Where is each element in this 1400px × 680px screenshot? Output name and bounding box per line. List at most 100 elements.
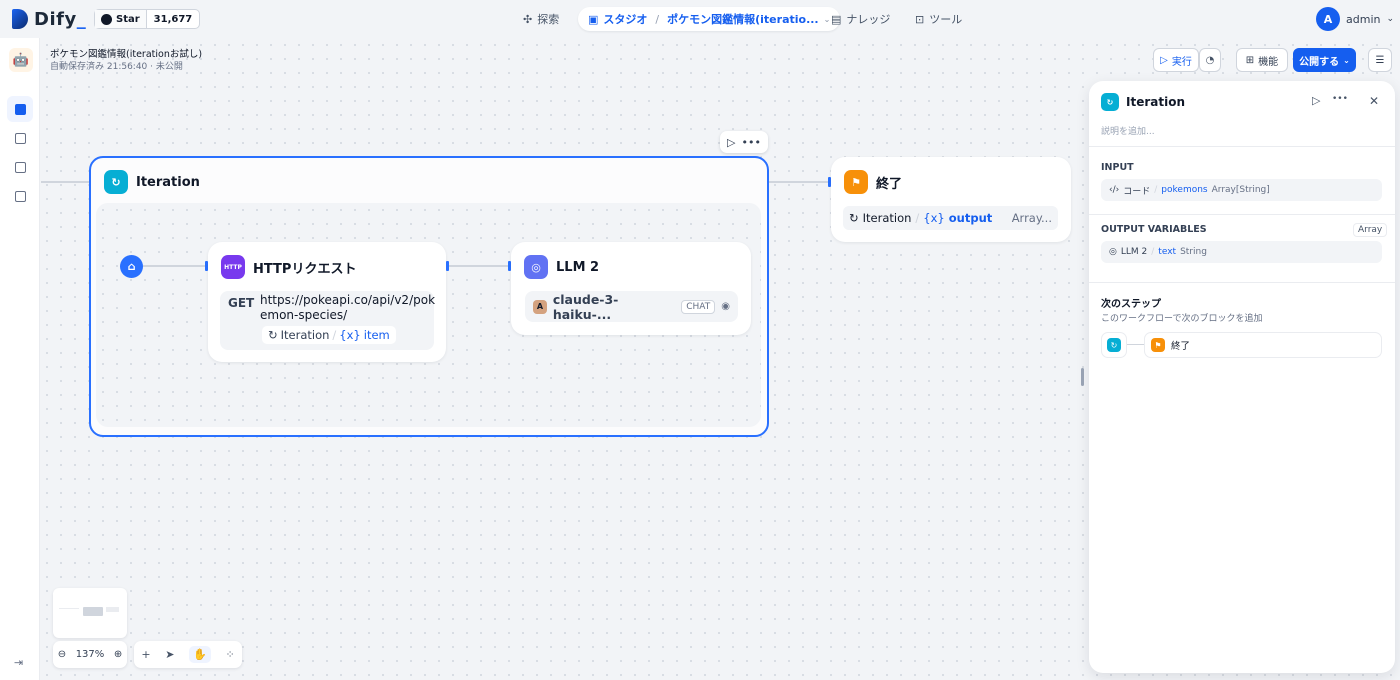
eye-icon: ◉ xyxy=(721,301,730,312)
nav-studio[interactable]: ▣ スタジオ / ポケモン図鑑情報(iteratio... ⌄ xyxy=(578,7,841,31)
iteration-small-icon: ↻ xyxy=(268,328,278,342)
publish-button[interactable]: 公開する ⌄ xyxy=(1293,48,1356,72)
avatar: A xyxy=(1316,7,1340,31)
iteration-small-icon: ↻ xyxy=(849,211,859,225)
add-node-icon[interactable]: + xyxy=(141,648,150,661)
run-node-icon[interactable]: ▷ xyxy=(727,136,735,149)
canvas-toolbar: + ➤ ✋ ⁘ xyxy=(134,641,242,668)
end-icon: ⚑ xyxy=(844,170,868,194)
output-label: OUTPUT VARIABLES xyxy=(1101,224,1207,235)
expand-sidebar-icon[interactable]: ⇥ xyxy=(14,656,23,669)
logo-mark-icon xyxy=(12,9,28,29)
next-step-end-card[interactable]: ⚑ 終了 xyxy=(1144,332,1382,358)
close-icon[interactable]: ✕ xyxy=(1369,94,1379,108)
edge-start-http xyxy=(143,265,206,267)
llm-brain-icon: ◎ xyxy=(524,255,548,279)
output-variable-selector[interactable]: ◎ LLM 2 / text String xyxy=(1101,241,1382,263)
user-name: admin xyxy=(1346,12,1381,26)
more-icon[interactable]: ••• xyxy=(742,136,761,149)
input-variable-selector[interactable]: ‹/› コード / pokemons Array[String] xyxy=(1101,179,1382,201)
app-name-selector[interactable]: ポケモン図鑑情報(iteratio... xyxy=(667,11,819,27)
nav-tools[interactable]: ⊡ ツール xyxy=(915,7,962,31)
end-output-variable: ↻ Iteration / {x} output Array... xyxy=(843,206,1058,230)
grid-icon: ⊞ xyxy=(1245,54,1255,66)
zoom-controls: ⊖ 137% ⊕ xyxy=(53,641,127,668)
divider xyxy=(1089,214,1395,215)
http-variable-chip: ↻ Iteration / {x} item xyxy=(262,326,396,344)
api-access-icon[interactable] xyxy=(7,125,33,151)
checklist-icon: ☰ xyxy=(1375,54,1385,66)
history-icon: ◔ xyxy=(1205,54,1215,66)
chevron-down-icon: ⌄ xyxy=(823,14,831,24)
play-icon: ▷ xyxy=(1160,54,1168,66)
iteration-start-home-icon[interactable]: ⌂ xyxy=(120,255,143,278)
iteration-icon: ↻ xyxy=(1107,338,1121,352)
variable-icon: {x} xyxy=(923,211,945,225)
run-node-icon[interactable]: ▷ xyxy=(1312,94,1320,107)
book-icon: ▤ xyxy=(831,12,842,26)
checklist-button[interactable]: ☰ xyxy=(1368,48,1392,72)
llm-model-selector[interactable]: A claude-3-haiku-... CHAT ◉ xyxy=(525,291,738,322)
studio-icon: ▣ xyxy=(588,12,599,26)
zoom-level[interactable]: 137% xyxy=(76,649,105,660)
http-url-line2: emon-species/ xyxy=(260,308,348,322)
zoom-out-icon[interactable]: ⊖ xyxy=(58,649,66,660)
http-url-line1: https://pokeapi.co/api/v2/pok xyxy=(260,293,436,307)
node-float-toolbar: ▷ ••• xyxy=(720,131,768,153)
explore-icon: ✣ xyxy=(523,12,533,26)
pointer-icon[interactable]: ➤ xyxy=(165,648,174,661)
app-icon[interactable]: 🤖 xyxy=(9,48,33,72)
iteration-node-title: Iteration xyxy=(136,174,200,190)
nav-explore[interactable]: ✣ 探索 xyxy=(523,7,559,31)
app-title: ポケモン図鑑情報(iterationお試し) xyxy=(50,49,203,60)
llm-mode-badge: CHAT xyxy=(681,299,716,314)
divider xyxy=(1089,282,1395,283)
next-step-title: 次のステップ xyxy=(1101,299,1161,310)
variable-icon: {x} xyxy=(339,328,361,342)
llm-brain-icon: ◎ xyxy=(1109,247,1117,257)
github-star-count: 31,677 xyxy=(153,13,193,25)
dify-logo[interactable]: Dify_ xyxy=(12,7,86,31)
panel-description-input[interactable]: 説明を追加... xyxy=(1101,124,1155,137)
orchestrate-icon[interactable] xyxy=(7,96,33,122)
github-star-button[interactable]: Star 31,677 xyxy=(94,9,201,29)
history-button[interactable]: ◔ xyxy=(1199,48,1221,72)
chevron-down-icon: ⌄ xyxy=(1386,14,1395,24)
monitoring-icon[interactable] xyxy=(7,183,33,209)
panel-title[interactable]: Iteration xyxy=(1126,95,1185,109)
features-button[interactable]: ⊞ 機能 xyxy=(1236,48,1288,72)
autosave-status: 自動保存済み 21:56:40 · 未公開 xyxy=(50,62,183,72)
minimap[interactable] xyxy=(53,588,127,638)
more-icon[interactable]: ••• xyxy=(1332,94,1348,104)
divider xyxy=(1089,146,1395,147)
edge-iteration-end xyxy=(769,181,831,183)
run-button[interactable]: ▷ 実行 xyxy=(1153,48,1199,72)
end-node-title: 終了 xyxy=(876,176,903,192)
panel-resize-handle[interactable] xyxy=(1081,368,1084,386)
end-icon: ⚑ xyxy=(1151,338,1165,352)
http-method: GET xyxy=(228,296,255,310)
logs-icon[interactable] xyxy=(7,154,33,180)
user-menu[interactable]: A admin ⌄ xyxy=(1316,7,1394,31)
current-node-icon: ↻ xyxy=(1101,332,1127,358)
input-label: INPUT xyxy=(1101,162,1134,173)
llm-node-title: LLM 2 xyxy=(556,259,600,275)
output-type-tag: Array xyxy=(1353,223,1388,237)
hand-icon[interactable]: ✋ xyxy=(189,646,211,663)
node-config-panel xyxy=(1089,81,1395,673)
iteration-icon: ↻ xyxy=(104,170,128,194)
http-icon: HTTP xyxy=(221,255,245,279)
next-step-subtitle: このワークフローで次のブロックを追加 xyxy=(1101,314,1263,324)
next-step-connector xyxy=(1127,344,1144,345)
anthropic-icon: A xyxy=(533,299,547,314)
edge-http-llm xyxy=(449,265,509,267)
github-icon xyxy=(101,13,112,25)
iteration-icon: ↻ xyxy=(1101,93,1119,111)
github-star-label: Star xyxy=(116,13,140,25)
zoom-in-icon[interactable]: ⊕ xyxy=(114,649,122,660)
nav-knowledge[interactable]: ▤ ナレッジ xyxy=(831,7,890,31)
chevron-down-icon: ⌄ xyxy=(1343,55,1350,65)
organize-icon[interactable]: ⁘ xyxy=(225,648,234,661)
briefcase-icon: ⊡ xyxy=(915,12,925,26)
code-icon: ‹/› xyxy=(1109,185,1120,195)
